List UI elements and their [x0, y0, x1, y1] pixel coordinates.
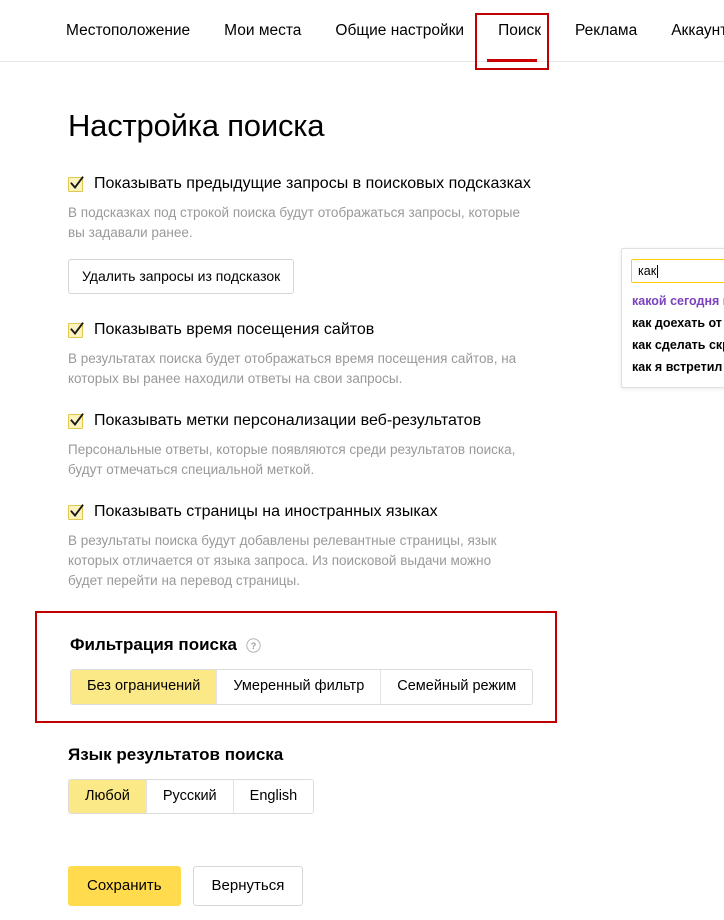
- setting-description: В подсказках под строкой поиска будут от…: [68, 205, 520, 240]
- filtration-title: Фильтрация поиска: [70, 635, 237, 654]
- suggest-item-2[interactable]: как сделать скр: [622, 334, 724, 356]
- search-suggest-panel: как какой сегодня п как доехать от как сде…: [621, 248, 724, 388]
- page-content: Настройка поиска как какой сегодня п как …: [0, 62, 724, 906]
- language-segmented-control: Любой Русский English: [68, 778, 315, 814]
- nav-tab-1[interactable]: Мои места: [224, 23, 301, 39]
- setting-description: Персональные ответы, которые появляются …: [68, 442, 516, 477]
- checkbox-checked-icon[interactable]: [68, 322, 84, 338]
- form-actions: Сохранить Вернуться: [68, 866, 724, 906]
- svg-text:?: ?: [251, 641, 257, 651]
- checkbox-checked-icon[interactable]: [68, 176, 84, 192]
- setting-label: Показывать время посещения сайтов: [94, 321, 375, 338]
- suggest-item-0[interactable]: какой сегодня п: [622, 290, 724, 312]
- filtration-heading: Фильтрация поиска ?: [70, 635, 555, 655]
- language-option-1[interactable]: Русский: [146, 779, 234, 813]
- setting-foreign-pages: Показывать страницы на иностранных языка…: [68, 502, 724, 591]
- search-filtration-section: Фильтрация поиска ? Без ограничений Умере…: [35, 611, 557, 723]
- nav-tab-3[interactable]: Поиск: [498, 23, 541, 39]
- language-option-2[interactable]: English: [233, 779, 314, 813]
- setting-row[interactable]: Показывать метки персонализации веб-резу…: [68, 411, 724, 431]
- filtration-option-1[interactable]: Умеренный фильтр: [217, 670, 382, 704]
- filtration-option-0[interactable]: Без ограничений: [71, 670, 218, 704]
- save-button[interactable]: Сохранить: [68, 866, 181, 906]
- setting-description: В результатах поиска будет отображаться …: [68, 351, 517, 386]
- search-input-value: как: [638, 264, 657, 278]
- setting-label: Показывать предыдущие запросы в поисковы…: [94, 175, 531, 192]
- setting-description: В результаты поиска будут добавлены реле…: [68, 533, 497, 588]
- checkbox-checked-icon[interactable]: [68, 504, 84, 520]
- checkbox-checked-icon[interactable]: [68, 413, 84, 429]
- result-language-title: Язык результатов поиска: [68, 744, 284, 764]
- suggest-item-1[interactable]: как доехать от: [622, 312, 724, 334]
- text-caret: [657, 264, 659, 278]
- search-input[interactable]: как: [631, 259, 724, 283]
- setting-personalization-marks: Показывать метки персонализации веб-резу…: [68, 411, 724, 480]
- top-navigation: Местоположение Мои места Общие настройки По…: [0, 0, 724, 70]
- delete-queries-button[interactable]: Удалить запросы из подсказок: [68, 259, 295, 294]
- filtration-option-2[interactable]: Семейный режим: [381, 670, 533, 704]
- question-mark-icon[interactable]: ?: [246, 637, 261, 653]
- page-title: Настройка поиска: [68, 108, 325, 143]
- setting-row[interactable]: Показывать предыдущие запросы в поисковы…: [68, 174, 724, 194]
- nav-item-list: Местоположение Мои места Общие настройки По…: [0, 0, 724, 61]
- suggest-item-3[interactable]: как я встретил: [622, 356, 724, 378]
- nav-tab-5[interactable]: Аккаунт: [671, 23, 724, 39]
- result-language-section: Язык результатов поиска Любой Русский Engl…: [68, 744, 724, 814]
- nav-tab-2[interactable]: Общие настройки: [335, 23, 464, 39]
- filtration-segmented-control: Без ограничений Умеренный фильтр Семейный …: [70, 669, 534, 705]
- setting-label: Показывать метки персонализации веб-резу…: [94, 412, 482, 429]
- suggest-list: какой сегодня п как доехать от как сделать…: [622, 290, 724, 378]
- language-option-0[interactable]: Любой: [69, 779, 147, 813]
- nav-tab-4[interactable]: Реклама: [575, 23, 637, 39]
- setting-row[interactable]: Показывать страницы на иностранных языка…: [68, 502, 724, 522]
- back-button[interactable]: Вернуться: [192, 866, 304, 906]
- settings-list: Показывать предыдущие запросы в поисковы…: [0, 144, 724, 906]
- nav-tab-0[interactable]: Местоположение: [66, 23, 190, 39]
- setting-label: Показывать страницы на иностранных языка…: [94, 503, 438, 520]
